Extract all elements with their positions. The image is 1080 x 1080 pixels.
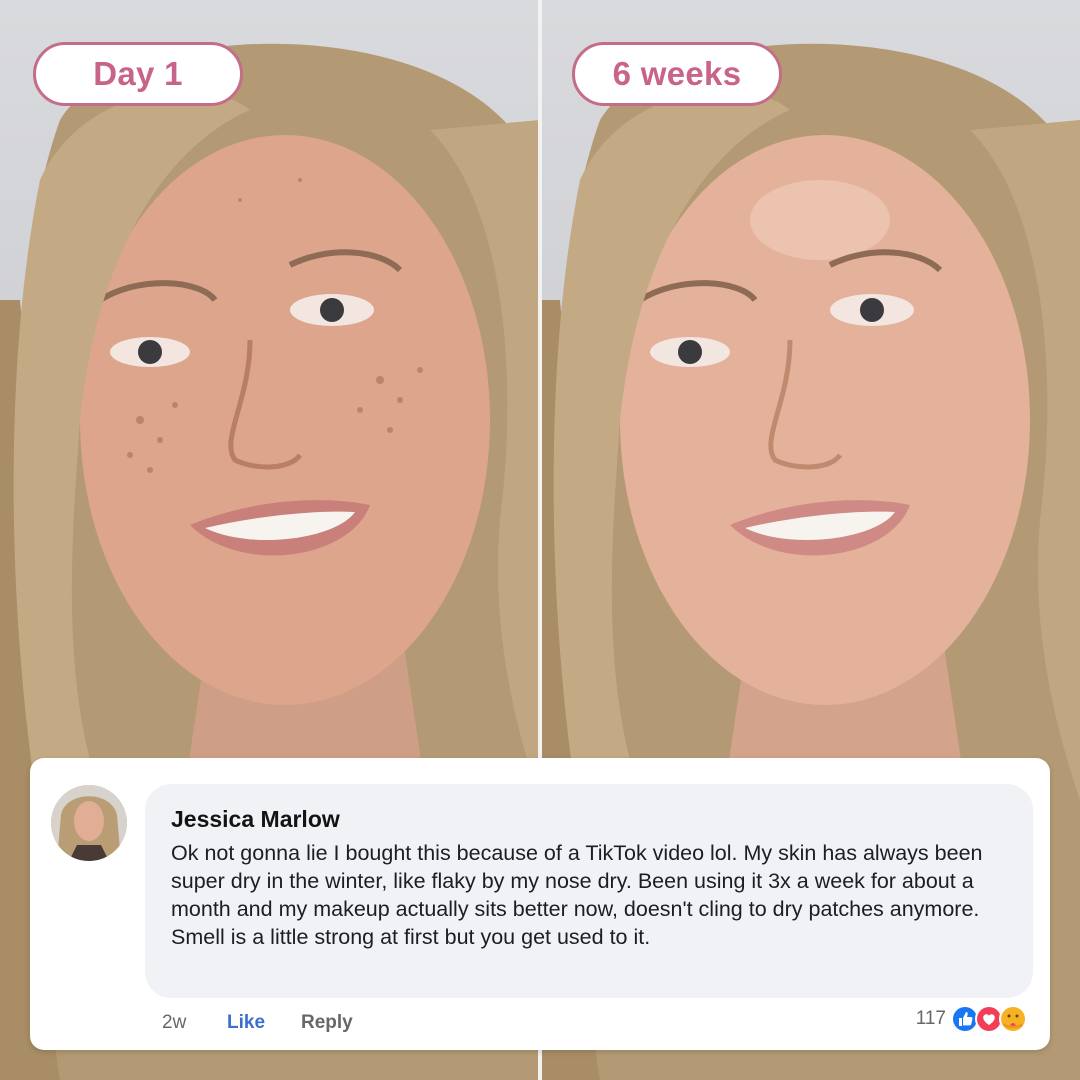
like-button[interactable]: Like bbox=[227, 1012, 265, 1034]
six-weeks-badge: 6 weeks bbox=[572, 42, 782, 106]
care-reaction-icon bbox=[998, 1004, 1028, 1034]
reaction-icons bbox=[950, 1004, 1028, 1034]
comment-text: Ok not gonna lie I bought this because o… bbox=[171, 841, 983, 949]
comment-bubble: Jessica Marlow Ok not gonna lie I bought… bbox=[145, 784, 1033, 998]
avatar-image bbox=[51, 785, 127, 861]
reactions-summary[interactable]: 117 bbox=[916, 1004, 1028, 1034]
comment-author[interactable]: Jessica Marlow bbox=[171, 806, 1007, 833]
reaction-count: 117 bbox=[915, 1008, 946, 1029]
comment-card: Jessica Marlow Ok not gonna lie I bought… bbox=[30, 758, 1050, 1050]
avatar[interactable] bbox=[51, 785, 127, 861]
day-1-badge: Day 1 bbox=[33, 42, 243, 106]
comment-timestamp[interactable]: 2w bbox=[162, 1012, 186, 1034]
reply-button[interactable]: Reply bbox=[301, 1012, 353, 1034]
